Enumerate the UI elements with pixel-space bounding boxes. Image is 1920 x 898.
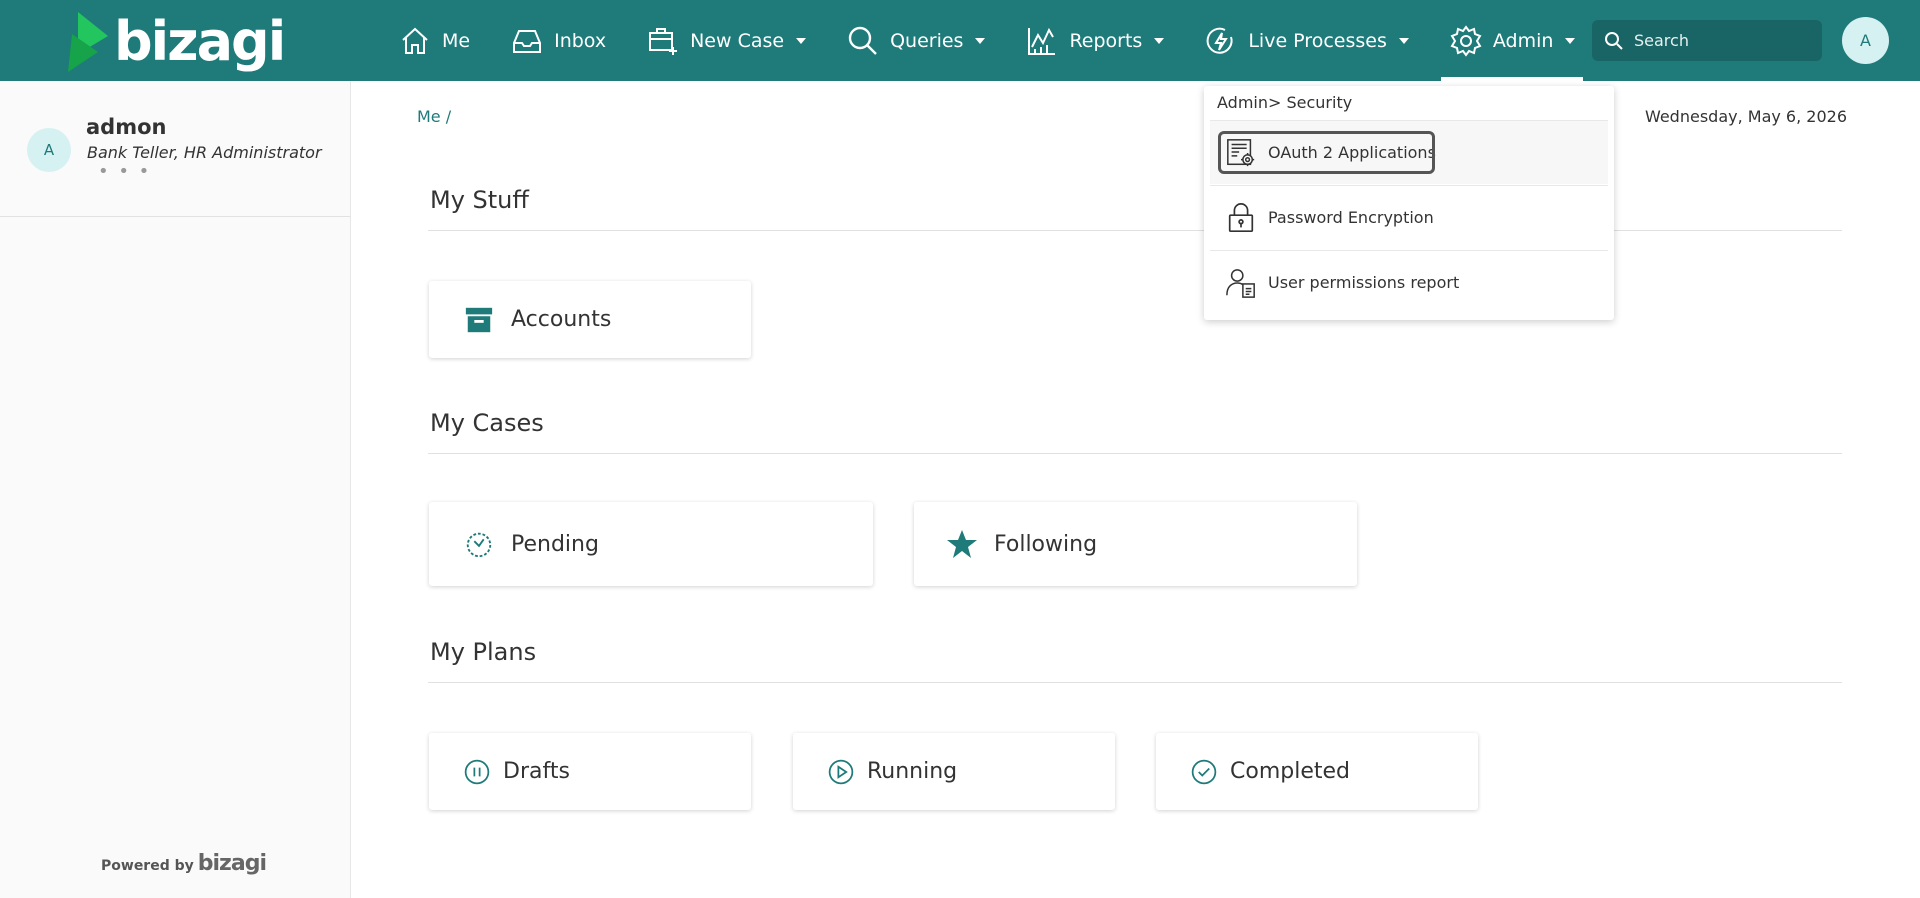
padlock-icon [1224, 201, 1258, 235]
current-date: Wednesday, May 6, 2026 [1644, 107, 1847, 126]
top-navigation-bar: bizagi Me Inbox New Case Queries Reports… [0, 0, 1920, 81]
menu-item-password-encryption[interactable]: Password Encryption [1210, 186, 1608, 249]
card-label: Running [867, 759, 958, 784]
more-options-icon[interactable]: • • • [98, 161, 151, 182]
card-drafts[interactable]: Drafts [429, 733, 751, 810]
search-icon [1605, 31, 1623, 50]
star-icon [946, 528, 978, 560]
reports-chart-icon [1025, 24, 1059, 58]
new-case-icon [646, 24, 680, 58]
card-running[interactable]: Running [793, 733, 1115, 810]
card-label: Completed [1230, 759, 1350, 784]
card-label: Following [994, 531, 1098, 557]
avatar[interactable]: A [27, 128, 71, 172]
nav-admin[interactable]: Admin [1440, 0, 1583, 81]
sidebar: A admon Bank Teller, HR Administrator • … [0, 81, 351, 898]
card-following[interactable]: Following [914, 502, 1357, 586]
menu-item-label: Password Encryption [1268, 208, 1434, 227]
lightning-icon [1204, 24, 1238, 58]
user-name: admon [86, 115, 167, 139]
admin-dropdown-menu: Admin> Security OAuth 2 Applications Pas… [1204, 86, 1614, 320]
chevron-down-icon [1565, 37, 1576, 44]
menu-item-user-permissions-report[interactable]: User permissions report [1210, 251, 1608, 314]
nav-new-case[interactable]: New Case [646, 0, 807, 81]
section-title-my-cases: My Cases [430, 409, 544, 437]
card-label: Pending [511, 531, 599, 557]
section-title-my-plans: My Plans [430, 638, 537, 666]
archive-box-icon [463, 304, 495, 336]
card-accounts[interactable]: Accounts [429, 281, 751, 358]
user-profile: A admon Bank Teller, HR Administrator • … [0, 81, 350, 217]
section-divider [428, 453, 1842, 454]
focus-ring [1218, 131, 1435, 174]
chevron-down-icon [975, 37, 986, 44]
nav-reports[interactable]: Reports [1025, 0, 1165, 81]
section-divider [428, 230, 1842, 231]
nav-queries-label: Queries [890, 29, 964, 52]
user-roles: Bank Teller, HR Administrator [87, 143, 322, 162]
search-input[interactable] [1634, 31, 1814, 50]
logo-text: bizagi [114, 10, 286, 73]
clock-icon [463, 528, 495, 560]
chevron-down-icon [1398, 37, 1409, 44]
nav-inbox-label: Inbox [554, 29, 607, 52]
user-avatar-button[interactable]: A [1842, 17, 1889, 64]
dropdown-header: Admin> Security [1217, 93, 1353, 112]
pause-circle-icon [461, 756, 493, 788]
nav-me[interactable]: Me [398, 0, 470, 81]
nav-admin-label: Admin [1492, 29, 1554, 52]
powered-by-label: Powered by [101, 858, 194, 874]
breadcrumb[interactable]: Me / [417, 107, 451, 126]
nav-new-case-label: New Case [690, 29, 785, 52]
user-report-icon [1224, 266, 1258, 300]
section-divider [428, 682, 1842, 683]
nav-live-processes[interactable]: Live Processes [1204, 0, 1409, 81]
card-label: Accounts [511, 307, 612, 332]
search-icon [846, 24, 880, 58]
main-nav: Me Inbox New Case Queries Reports Live P… [398, 0, 1615, 81]
play-circle-icon [825, 756, 857, 788]
gear-icon [1449, 24, 1483, 58]
nav-me-label: Me [442, 29, 471, 52]
bizagi-logo[interactable]: bizagi [68, 8, 286, 76]
nav-live-processes-label: Live Processes [1248, 29, 1387, 52]
card-label: Drafts [503, 759, 570, 784]
home-icon [398, 24, 432, 58]
nav-inbox[interactable]: Inbox [510, 0, 606, 81]
section-title-my-stuff: My Stuff [430, 186, 529, 214]
nav-reports-label: Reports [1069, 29, 1143, 52]
search-box[interactable] [1592, 20, 1822, 61]
menu-item-label: User permissions report [1268, 273, 1460, 292]
bizagi-logo-mark-icon [68, 12, 108, 72]
chevron-down-icon [1154, 37, 1165, 44]
check-circle-icon [1188, 756, 1220, 788]
card-pending[interactable]: Pending [429, 502, 873, 586]
nav-queries[interactable]: Queries [846, 0, 986, 81]
powered-by-logo: bizagi [197, 851, 267, 876]
inbox-icon [510, 24, 544, 58]
card-completed[interactable]: Completed [1156, 733, 1478, 810]
chevron-down-icon [796, 37, 807, 44]
powered-by: Powered by bizagi [101, 851, 267, 876]
